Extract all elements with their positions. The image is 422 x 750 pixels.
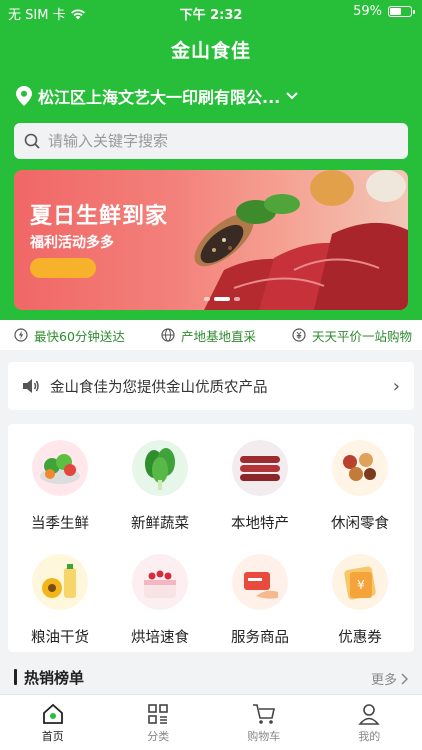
service-features: 最快60分钟送达 产地基地直采 天天平价一站购物 xyxy=(0,320,422,350)
location-selector[interactable]: 松江区上海文艺大一印刷有限公... xyxy=(16,84,298,108)
category-seasonal-fresh[interactable]: 当季生鲜 xyxy=(10,440,110,533)
tab-profile[interactable]: 我的 xyxy=(317,695,422,750)
banner-cta-button[interactable] xyxy=(30,258,96,278)
category-coupons[interactable]: ¥ 优惠券 xyxy=(310,554,410,647)
bottom-tab-bar: 首页 分类 购物车 我的 xyxy=(0,694,422,750)
tab-categories[interactable]: 分类 xyxy=(106,695,212,750)
feature-direct-sourcing: 产地基地直采 xyxy=(161,326,256,345)
hot-list-title: 热销榜单 xyxy=(24,669,85,687)
sausage-icon xyxy=(232,440,288,496)
banner-dot[interactable] xyxy=(214,297,230,301)
user-icon xyxy=(358,704,380,725)
cart-icon xyxy=(252,704,275,724)
more-link[interactable]: 更多 xyxy=(371,669,408,688)
hot-list-header: 热销榜单 更多 xyxy=(0,664,422,692)
battery-percent: 59% xyxy=(353,4,382,19)
category-fresh-vegetables[interactable]: 新鲜蔬菜 xyxy=(110,440,210,533)
coin-icon xyxy=(292,328,306,342)
app-title: 金山食佳 xyxy=(170,40,251,62)
category-snacks[interactable]: 休闲零食 xyxy=(310,440,410,533)
section-marker xyxy=(14,669,17,685)
tab-cart[interactable]: 购物车 xyxy=(211,695,317,750)
speaker-icon xyxy=(23,379,39,393)
chevron-right-icon xyxy=(401,672,408,685)
battery-icon xyxy=(388,6,415,17)
service-card-icon xyxy=(232,554,288,610)
fresh-produce-icon xyxy=(32,440,88,496)
banner-dot[interactable] xyxy=(234,297,240,301)
search-input[interactable] xyxy=(48,132,368,150)
promo-banner[interactable]: 夏日生鲜到家 福利活动多多 xyxy=(14,170,408,310)
home-icon xyxy=(42,703,63,724)
banner-dot[interactable] xyxy=(204,297,210,301)
vegetables-icon xyxy=(132,440,188,496)
svg-text:¥: ¥ xyxy=(357,578,365,592)
category-grid: 当季生鲜 新鲜蔬菜 本地特产 休闲零食 粮油干货 烘培速食 服务商品 ¥ 优惠券 xyxy=(8,424,414,652)
globe-icon xyxy=(161,328,175,342)
snacks-icon xyxy=(332,440,388,496)
banner-subtext: 福利活动多多 xyxy=(30,235,114,251)
feature-fair-price: 天天平价一站购物 xyxy=(292,326,412,345)
banner-headline: 夏日生鲜到家 xyxy=(30,204,169,229)
tab-home[interactable]: 首页 xyxy=(0,695,106,750)
search-bar[interactable] xyxy=(14,123,408,159)
location-address: 松江区上海文艺大一印刷有限公... xyxy=(38,88,281,107)
search-icon xyxy=(24,133,40,149)
chevron-right-icon: › xyxy=(392,375,400,397)
category-grain-oil[interactable]: 粮油干货 xyxy=(10,554,110,647)
grid-icon xyxy=(148,704,169,724)
lightning-icon xyxy=(14,328,28,342)
location-pin-icon xyxy=(16,86,32,106)
category-local-specialty[interactable]: 本地特产 xyxy=(210,440,310,533)
coupon-icon: ¥ xyxy=(332,554,388,610)
announcement-bar[interactable]: 金山食佳为您提供金山优质农产品 › xyxy=(8,362,414,410)
oil-grain-icon xyxy=(32,554,88,610)
cake-icon xyxy=(132,554,188,610)
feature-fast-delivery: 最快60分钟送达 xyxy=(14,326,125,345)
fresh-meat-image xyxy=(194,170,408,310)
chevron-down-icon xyxy=(286,92,298,100)
status-bar: 无 SIM 卡 下午 2:32 59% xyxy=(0,0,422,24)
category-services[interactable]: 服务商品 xyxy=(210,554,310,647)
category-bakery[interactable]: 烘培速食 xyxy=(110,554,210,647)
announcement-text: 金山食佳为您提供金山优质农产品 xyxy=(50,379,268,396)
banner-pagination xyxy=(204,297,240,301)
